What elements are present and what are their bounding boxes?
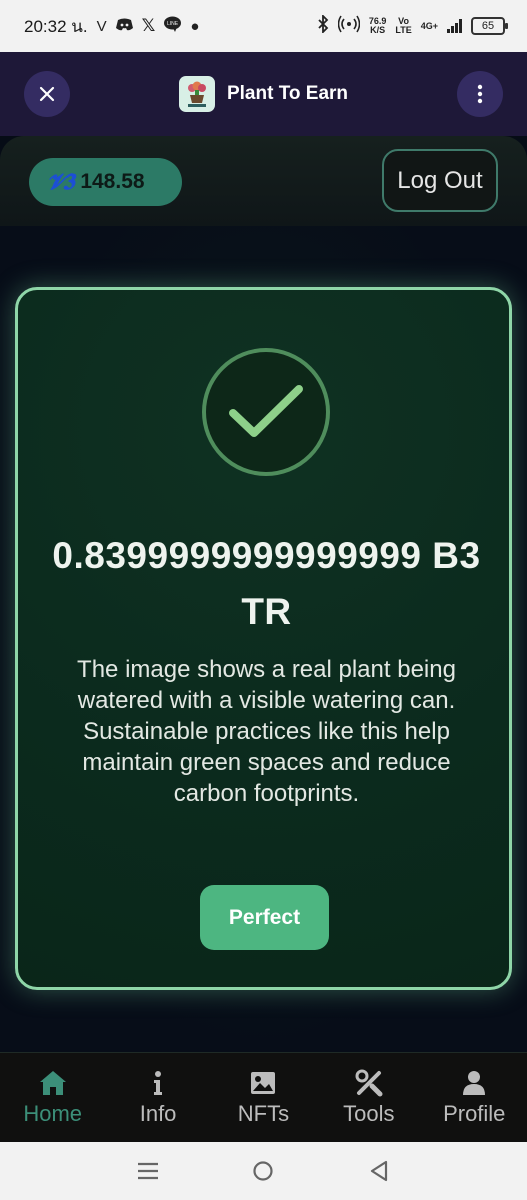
back-triangle-icon	[371, 1160, 388, 1182]
app-title: Plant To Earn	[226, 83, 349, 104]
network-type: 4G+	[420, 20, 438, 31]
nav-item-info[interactable]: Info	[108, 1069, 208, 1127]
volte-indicator: Vo LTE	[395, 17, 411, 35]
nav-item-home[interactable]: Home	[3, 1069, 103, 1127]
main-content: 0.8399999999999999 B3TR The image shows …	[0, 226, 527, 1052]
circle-home-icon	[253, 1161, 274, 1181]
notification-dot-icon: ●	[190, 17, 200, 35]
account-bar: 𝓥𝟑 148.58 Log Out	[0, 136, 527, 226]
app-title-group: Plant To Earn	[178, 76, 349, 112]
perfect-button[interactable]: Perfect	[200, 885, 329, 950]
info-icon	[152, 1069, 164, 1097]
home-system-button[interactable]	[243, 1151, 283, 1191]
reward-result-card: 0.8399999999999999 B3TR The image shows …	[15, 287, 512, 990]
app-header: Plant To Earn	[0, 52, 527, 136]
menu-lines-icon	[137, 1162, 158, 1180]
nav-label-nfts: NFTs	[237, 1100, 290, 1126]
recent-apps-button[interactable]	[128, 1151, 168, 1191]
network-speed: 76.9 K/S	[369, 17, 387, 35]
image-icon	[250, 1069, 276, 1097]
back-button[interactable]	[359, 1151, 399, 1191]
hotspot-icon	[337, 15, 361, 37]
more-options-button[interactable]	[457, 71, 503, 117]
bluetooth-icon	[317, 13, 329, 37]
signal-strength-icon	[447, 19, 462, 33]
battery-level: 65	[481, 20, 495, 32]
vebetter-icon: 𝓥𝟑	[47, 169, 74, 194]
nav-item-tools[interactable]: Tools	[319, 1069, 419, 1127]
balance-badge: 𝓥𝟑 148.58	[29, 158, 182, 206]
status-right: 76.9 K/S Vo LTE 4G+ 65	[317, 13, 508, 37]
close-button[interactable]	[24, 71, 70, 117]
logout-button[interactable]: Log Out	[382, 149, 498, 212]
result-description: The image shows a real plant being water…	[77, 656, 456, 807]
line-icon: LINE	[164, 16, 182, 36]
more-vertical-icon	[477, 84, 483, 104]
status-bar: 20:32 น. V 𝕏 LINE ● 76.9 K/S Vo LTE 4G+	[0, 0, 527, 52]
close-icon	[39, 86, 55, 102]
system-navigation-bar	[0, 1142, 527, 1200]
x-twitter-icon: 𝕏	[141, 16, 156, 35]
success-check-badge	[202, 348, 330, 476]
discord-icon	[115, 18, 133, 35]
battery-icon: 65	[471, 17, 508, 35]
volte-lte: LTE	[395, 25, 412, 35]
status-left: 20:32 น. V 𝕏 LINE ●	[24, 13, 199, 40]
checkmark-icon	[229, 385, 303, 437]
nav-label-home: Home	[23, 1100, 83, 1126]
svg-text:LINE: LINE	[167, 21, 179, 27]
plant-to-earn-logo-icon	[178, 76, 215, 112]
balance-value: 148.58	[80, 170, 145, 193]
nav-item-profile[interactable]: Profile	[424, 1069, 524, 1127]
network-speed-unit: K/S	[370, 25, 386, 35]
bottom-navigation: Home Info NFTs Tools Profile	[0, 1052, 527, 1142]
profile-icon	[462, 1069, 486, 1097]
nav-label-info: Info	[139, 1100, 177, 1126]
nav-item-nfts[interactable]: NFTs	[213, 1069, 313, 1127]
reward-amount: 0.8399999999999999 B3TR	[52, 535, 481, 632]
nav-label-profile: Profile	[443, 1100, 506, 1126]
home-icon	[39, 1069, 67, 1097]
tools-icon	[355, 1069, 383, 1097]
status-time: 20:32 น.	[24, 16, 88, 36]
v-app-icon: V	[96, 17, 107, 35]
nav-label-tools: Tools	[343, 1100, 395, 1126]
